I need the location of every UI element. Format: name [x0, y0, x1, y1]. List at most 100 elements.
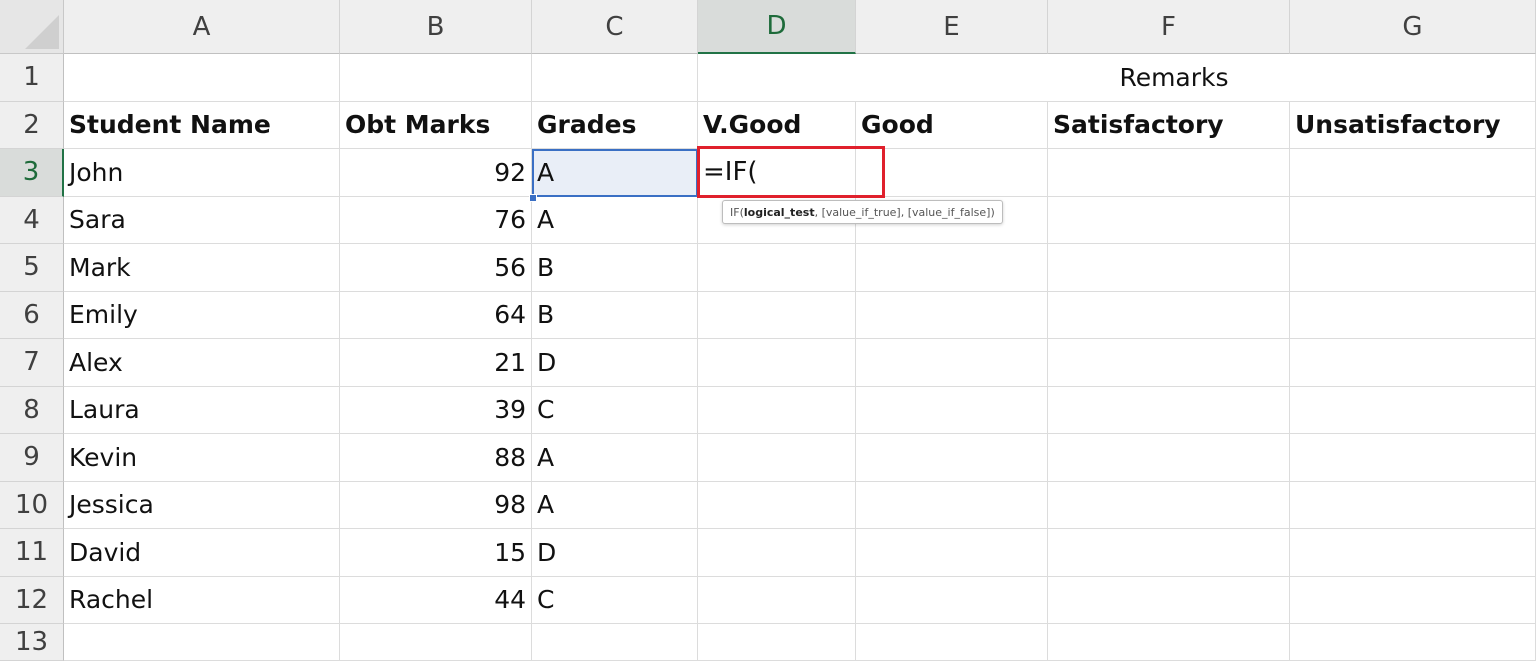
student-name-cell[interactable]: Emily — [64, 291, 340, 339]
cell-f6[interactable] — [1048, 291, 1290, 339]
row-header-11[interactable]: 11 — [0, 529, 64, 577]
row-header-9[interactable]: 9 — [0, 434, 64, 482]
header-good[interactable]: Good — [856, 101, 1048, 149]
cell-c1[interactable] — [532, 54, 698, 102]
row-header-2[interactable]: 2 — [0, 101, 64, 149]
row-header-8[interactable]: 8 — [0, 386, 64, 434]
student-name-cell[interactable]: Alex — [64, 339, 340, 387]
cell-f13[interactable] — [1048, 624, 1290, 661]
student-name-cell[interactable]: Sara — [64, 196, 340, 244]
cell-d12[interactable] — [698, 576, 856, 624]
cell-e6[interactable] — [856, 291, 1048, 339]
obt-marks-cell[interactable]: 39 — [340, 386, 532, 434]
cell-remarks-merged[interactable]: Remarks — [698, 54, 1536, 102]
function-tooltip[interactable]: IF(logical_test, [value_if_true], [value… — [722, 200, 1003, 224]
grade-cell[interactable]: C — [532, 576, 698, 624]
grade-cell[interactable]: A — [532, 481, 698, 529]
cell-c13[interactable] — [532, 624, 698, 661]
cell-e8[interactable] — [856, 386, 1048, 434]
cell-g13[interactable] — [1290, 624, 1536, 661]
header-grades[interactable]: Grades — [532, 101, 698, 149]
cell-d13[interactable] — [698, 624, 856, 661]
column-header-d[interactable]: D — [698, 0, 856, 54]
cell-g9[interactable] — [1290, 434, 1536, 482]
cell-d11[interactable] — [698, 529, 856, 577]
grade-cell[interactable]: C — [532, 386, 698, 434]
cell-f9[interactable] — [1048, 434, 1290, 482]
row-header-6[interactable]: 6 — [0, 291, 64, 339]
cell-e5[interactable] — [856, 244, 1048, 292]
grade-cell[interactable]: D — [532, 339, 698, 387]
cell-g10[interactable] — [1290, 481, 1536, 529]
student-name-cell[interactable]: Kevin — [64, 434, 340, 482]
cell-g11[interactable] — [1290, 529, 1536, 577]
cell-g5[interactable] — [1290, 244, 1536, 292]
student-name-cell[interactable]: David — [64, 529, 340, 577]
row-header-13[interactable]: 13 — [0, 624, 64, 661]
column-header-c[interactable]: C — [532, 0, 698, 54]
column-header-e[interactable]: E — [856, 0, 1048, 54]
student-name-cell[interactable]: Laura — [64, 386, 340, 434]
row-header-4[interactable]: 4 — [0, 196, 64, 244]
cell-g3[interactable] — [1290, 149, 1536, 197]
cell-e12[interactable] — [856, 576, 1048, 624]
cell-e11[interactable] — [856, 529, 1048, 577]
obt-marks-cell[interactable]: 92 — [340, 149, 532, 197]
column-header-b[interactable]: B — [340, 0, 532, 54]
obt-marks-cell[interactable]: 88 — [340, 434, 532, 482]
cell-f3[interactable] — [1048, 149, 1290, 197]
cell-g6[interactable] — [1290, 291, 1536, 339]
cell-g8[interactable] — [1290, 386, 1536, 434]
obt-marks-cell[interactable]: 64 — [340, 291, 532, 339]
cell-f7[interactable] — [1048, 339, 1290, 387]
cell-d7[interactable] — [698, 339, 856, 387]
cell-f5[interactable] — [1048, 244, 1290, 292]
cell-d9[interactable] — [698, 434, 856, 482]
cell-d10[interactable] — [698, 481, 856, 529]
obt-marks-cell[interactable]: 98 — [340, 481, 532, 529]
select-all-button[interactable] — [0, 0, 64, 54]
cell-g4[interactable] — [1290, 196, 1536, 244]
cell-e13[interactable] — [856, 624, 1048, 661]
cell-e3[interactable] — [856, 149, 1048, 197]
header-satisfactory[interactable]: Satisfactory — [1048, 101, 1290, 149]
cell-f4[interactable] — [1048, 196, 1290, 244]
cell-e7[interactable] — [856, 339, 1048, 387]
header-unsatisfactory[interactable]: Unsatisfactory — [1290, 101, 1536, 149]
cell-f12[interactable] — [1048, 576, 1290, 624]
obt-marks-cell[interactable]: 56 — [340, 244, 532, 292]
cell-f10[interactable] — [1048, 481, 1290, 529]
cell-a13[interactable] — [64, 624, 340, 661]
row-header-3[interactable]: 3 — [0, 149, 64, 197]
column-header-g[interactable]: G — [1290, 0, 1536, 54]
cell-b13[interactable] — [340, 624, 532, 661]
grade-cell[interactable]: A — [532, 434, 698, 482]
student-name-cell[interactable]: John — [64, 149, 340, 197]
grade-cell[interactable]: D — [532, 529, 698, 577]
header-student-name[interactable]: Student Name — [64, 101, 340, 149]
row-header-1[interactable]: 1 — [0, 54, 64, 102]
row-header-7[interactable]: 7 — [0, 339, 64, 387]
cell-g12[interactable] — [1290, 576, 1536, 624]
cell-g7[interactable] — [1290, 339, 1536, 387]
cell-f11[interactable] — [1048, 529, 1290, 577]
grade-cell[interactable]: A — [532, 149, 698, 197]
row-header-5[interactable]: 5 — [0, 244, 64, 292]
student-name-cell[interactable]: Rachel — [64, 576, 340, 624]
row-header-12[interactable]: 12 — [0, 576, 64, 624]
row-header-10[interactable]: 10 — [0, 481, 64, 529]
cell-a1[interactable] — [64, 54, 340, 102]
header-vgood[interactable]: V.Good — [698, 101, 856, 149]
cell-d6[interactable] — [698, 291, 856, 339]
fill-handle[interactable] — [529, 194, 537, 202]
cell-f8[interactable] — [1048, 386, 1290, 434]
grade-cell[interactable]: A — [532, 196, 698, 244]
obt-marks-cell[interactable]: 44 — [340, 576, 532, 624]
student-name-cell[interactable]: Mark — [64, 244, 340, 292]
cell-e9[interactable] — [856, 434, 1048, 482]
cell-d5[interactable] — [698, 244, 856, 292]
obt-marks-cell[interactable]: 76 — [340, 196, 532, 244]
cell-e10[interactable] — [856, 481, 1048, 529]
student-name-cell[interactable]: Jessica — [64, 481, 340, 529]
cell-d8[interactable] — [698, 386, 856, 434]
